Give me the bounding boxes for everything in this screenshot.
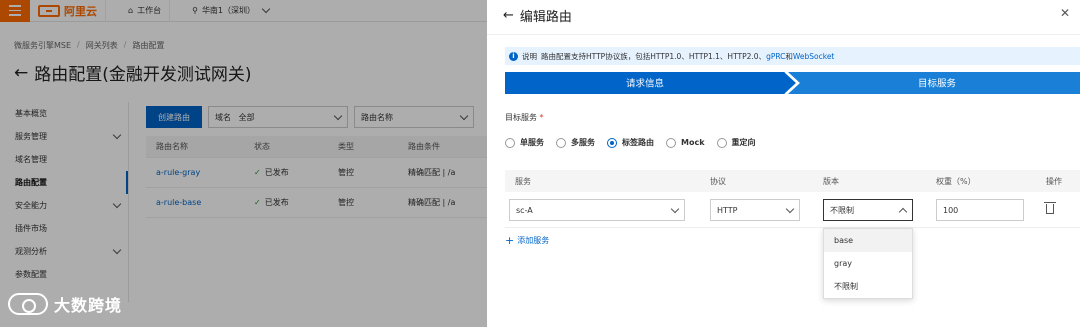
notice-prefix: 说明 xyxy=(522,51,537,61)
dropdown-option-base[interactable]: base xyxy=(824,229,912,252)
divider xyxy=(487,34,1080,35)
radio-label: Mock xyxy=(681,138,705,147)
plus-icon: + xyxy=(505,234,515,247)
watermark-logo-icon xyxy=(8,293,48,315)
radio-multi-service[interactable]: 多服务 xyxy=(556,137,595,148)
table-row: sc-A HTTP 不限制 100 xyxy=(505,192,1080,228)
service-select[interactable]: sc-A xyxy=(509,199,685,221)
radio-circle-icon xyxy=(556,137,566,148)
weight-input[interactable]: 100 xyxy=(936,199,1024,221)
radio-checked-icon xyxy=(607,137,617,148)
services-table-header: 服务 协议 版本 权重（%） 操作 xyxy=(505,170,1080,192)
service-value: sc-A xyxy=(516,205,533,215)
service-type-radio-group: 单服务 多服务 标签路由 Mock 重定向 xyxy=(505,137,756,148)
required-mark: * xyxy=(539,113,544,122)
watermark-text: 大数跨境 xyxy=(54,296,123,315)
radio-mock[interactable]: Mock xyxy=(666,137,705,148)
column-header: 服务 xyxy=(515,177,531,186)
notice-body: 路由配置支持HTTP协议族，包括HTTP1.0、HTTP1.1、HTTP2.0、… xyxy=(541,51,834,62)
trash-icon[interactable] xyxy=(1044,202,1056,214)
radio-label: 单服务 xyxy=(520,138,544,147)
radio-circle-icon xyxy=(716,137,727,148)
modal-overlay[interactable] xyxy=(0,0,487,327)
radio-label: 标签路由 xyxy=(622,138,654,147)
websocket-link[interactable]: WebSocket xyxy=(793,52,834,61)
chevron-down-icon xyxy=(670,204,680,213)
info-icon: i xyxy=(509,51,518,61)
column-header: 协议 xyxy=(710,177,726,186)
column-header: 操作 xyxy=(1046,177,1062,186)
back-arrow-icon[interactable]: ← xyxy=(503,8,514,23)
watermark: 大数跨境 xyxy=(8,292,122,316)
chevron-up-icon xyxy=(898,207,908,216)
version-select[interactable]: 不限制 xyxy=(823,199,913,221)
notice-text: 路由配置支持HTTP协议族，包括HTTP1.0、HTTP1.1、HTTP2.0、 xyxy=(541,51,767,61)
radio-redirect[interactable]: 重定向 xyxy=(716,137,756,148)
drawer-header: ← 编辑路由 xyxy=(503,6,572,25)
column-header: 权重（%） xyxy=(936,177,976,186)
column-header: 版本 xyxy=(823,177,839,186)
version-value: 不限制 xyxy=(830,205,854,215)
dropdown-option-unlimited[interactable]: 不限制 xyxy=(824,275,912,298)
radio-single-service[interactable]: 单服务 xyxy=(505,137,544,148)
info-notice: i 说明 路由配置支持HTTP协议族，包括HTTP1.0、HTTP1.1、HTT… xyxy=(505,47,1080,65)
console-background: 阿里云 ⌂ 工作台 ⚲ 华南1（深圳） 微服务引擎MSE / 网关列表 / 路由… xyxy=(0,0,487,327)
add-service-label: 添加服务 xyxy=(517,236,550,245)
drawer-title: 编辑路由 xyxy=(519,10,572,25)
radio-circle-icon xyxy=(505,137,515,148)
radio-tag-routing[interactable]: 标签路由 xyxy=(607,137,654,148)
chevron-down-icon xyxy=(785,204,795,213)
radio-label: 多服务 xyxy=(571,138,595,147)
protocol-value: HTTP xyxy=(717,205,738,215)
step-indicator: 请求信息 目标服务 xyxy=(505,72,1080,94)
version-dropdown-menu: base gray 不限制 xyxy=(823,228,913,299)
notice-and: 和 xyxy=(785,51,793,61)
protocol-select[interactable]: HTTP xyxy=(710,199,800,221)
dropdown-option-gray[interactable]: gray xyxy=(824,252,912,275)
grpc-link[interactable]: gPRC xyxy=(766,52,785,61)
edit-route-drawer: ← 编辑路由 ✕ i 说明 路由配置支持HTTP协议族，包括HTTP1.0、HT… xyxy=(487,0,1080,327)
close-icon[interactable]: ✕ xyxy=(1060,6,1070,20)
step-label: 请求信息 xyxy=(626,78,664,90)
step-label: 目标服务 xyxy=(918,78,957,90)
radio-circle-icon xyxy=(666,137,676,148)
weight-value: 100 xyxy=(943,205,959,215)
radio-label: 重定向 xyxy=(731,138,756,147)
add-service-link[interactable]: + 添加服务 xyxy=(505,234,549,247)
target-service-label: 目标服务 * xyxy=(505,112,544,123)
target-service-label-text: 目标服务 xyxy=(505,113,537,122)
